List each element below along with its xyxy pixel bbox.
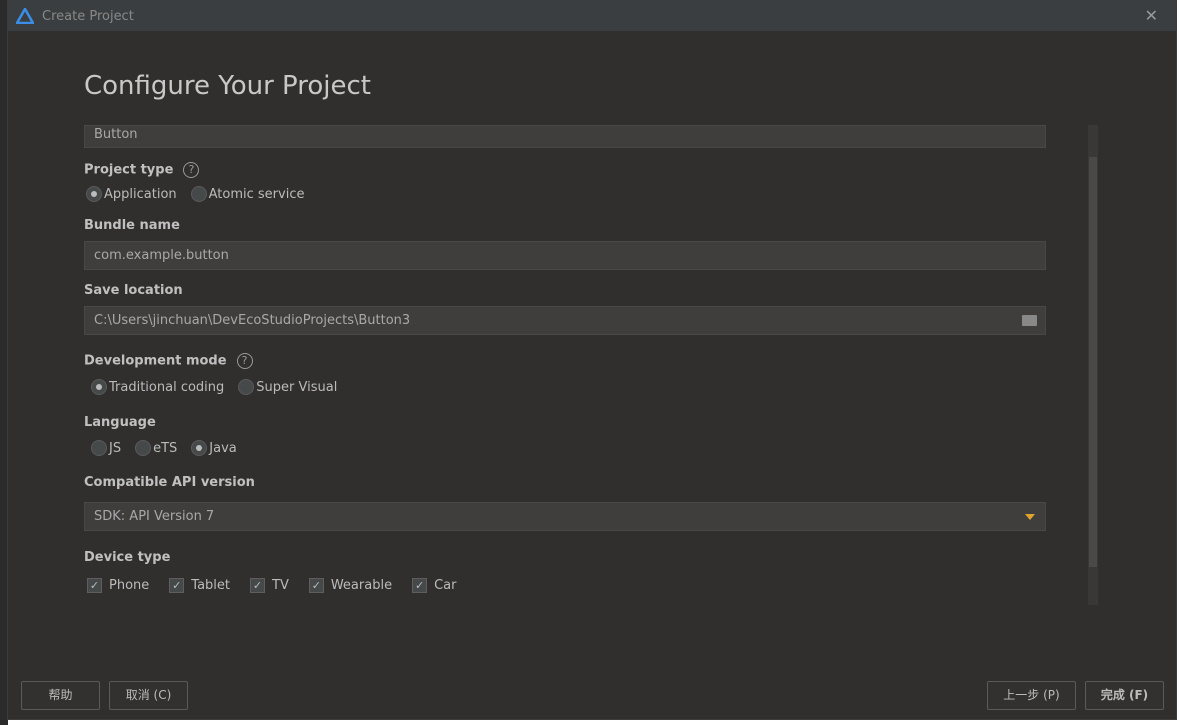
device-type-label: Device type [84,550,171,565]
checkbox-wearable[interactable]: ✓ Wearable [308,578,393,593]
radio-button[interactable] [135,440,152,456]
checkmark-icon[interactable]: ✓ [308,578,324,593]
checkbox-label: TV [272,578,289,593]
radio-button[interactable] [191,440,208,456]
checkmark-icon[interactable]: ✓ [412,578,428,593]
project-name-input[interactable]: Button [84,125,1046,148]
radio-super-visual[interactable]: Super Visual [238,379,337,395]
window-title: Create Project [42,8,134,24]
radio-ets[interactable]: eTS [135,440,177,456]
radio-label: Java [209,440,237,456]
checkmark-icon[interactable]: ✓ [250,578,265,593]
checkbox-label: Phone [109,578,150,593]
finish-button[interactable]: 完成 (F) [1085,681,1164,710]
language-label: Language [84,415,156,430]
project-type-radio-group: Application Atomic service [86,186,312,202]
page-title: Configure Your Project [84,71,372,101]
radio-button[interactable] [190,186,207,202]
checkbox-tablet[interactable]: ✓ Tablet [169,578,230,593]
checkmark-icon[interactable]: ✓ [87,578,102,593]
help-button[interactable]: 帮助 [21,681,100,710]
device-type-checkbox-group: ✓ Phone ✓ Tablet ✓ TV ✓ Wearable ✓ Car [87,578,470,593]
project-type-label-text: Project type [84,162,174,178]
checkbox-car[interactable]: ✓ Car [412,578,456,593]
radio-js[interactable]: JS [91,440,121,456]
close-icon[interactable]: ✕ [1145,6,1158,25]
folder-icon[interactable] [1022,315,1037,326]
chevron-down-icon[interactable] [1025,514,1035,520]
checkbox-phone[interactable]: ✓ Phone [87,578,149,593]
api-version-label: Compatible API version [84,475,255,490]
radio-traditional-coding[interactable]: Traditional coding [91,379,224,395]
checkbox-label: Wearable [330,578,393,593]
radio-button[interactable] [91,440,107,456]
radio-java[interactable]: Java [191,440,237,456]
project-type-label: Project type? [84,162,200,178]
cancel-button[interactable]: 取消 (C) [109,681,188,710]
radio-label: Application [104,186,177,202]
background-window-right [1176,0,1184,725]
deveco-logo-icon [16,8,34,24]
title-bar: Create Project [8,1,1176,31]
radio-label: Atomic service [208,186,305,202]
radio-atomic-service[interactable]: Atomic service [190,186,305,202]
checkbox-label: Tablet [191,578,230,593]
create-project-dialog: Create Project ✕ Configure Your Project … [7,0,1177,720]
radio-button[interactable] [86,186,102,202]
bundle-name-label: Bundle name [84,218,180,233]
api-version-select[interactable]: SDK: API Version 7 [84,502,1046,531]
previous-button[interactable]: 上一步 (P) [987,681,1076,710]
radio-button[interactable] [238,379,255,395]
checkbox-tv[interactable]: ✓ TV [250,578,289,593]
help-icon[interactable]: ? [236,353,253,369]
radio-label: Super Visual [256,379,338,395]
development-mode-label-text: Development mode [84,353,227,369]
development-mode-label: Development mode? [84,353,253,369]
checkmark-icon[interactable]: ✓ [169,578,185,593]
scrollbar-thumb[interactable] [1089,157,1097,567]
save-location-label: Save location [84,283,183,298]
scrollbar[interactable] [1088,125,1098,605]
development-mode-radio-group: Traditional coding Super Visual [91,379,345,395]
language-radio-group: JS eTS Java [91,440,245,456]
checkbox-label: Car [434,578,457,593]
radio-application[interactable]: Application [86,186,177,202]
save-location-input[interactable]: C:\Users\jinchuan\DevEcoStudioProjects\B… [84,306,1046,335]
radio-label: eTS [153,440,178,456]
radio-label: Traditional coding [109,379,225,395]
radio-button[interactable] [91,379,107,395]
save-location-value: C:\Users\jinchuan\DevEcoStudioProjects\B… [94,313,411,328]
radio-label: JS [109,440,122,456]
bundle-name-input[interactable]: com.example.button [84,241,1046,270]
api-version-value: SDK: API Version 7 [94,509,215,524]
help-icon[interactable]: ? [183,162,200,178]
